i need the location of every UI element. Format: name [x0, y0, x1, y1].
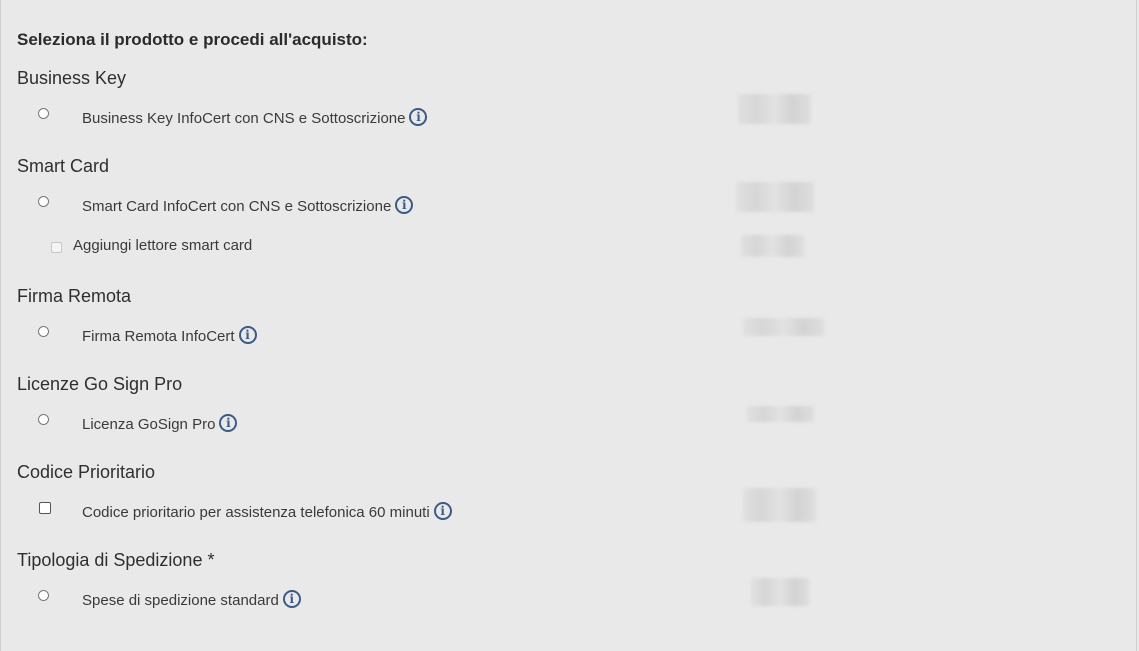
price-placeholder [751, 578, 809, 606]
option-firma-remota[interactable]: Firma Remota InfoCert i [1, 318, 1139, 346]
licenza-gosign-radio[interactable] [38, 414, 49, 425]
info-icon[interactable]: i [433, 502, 452, 520]
business-key-label: Business Key InfoCert con CNS e Sottoscr… [82, 110, 406, 127]
option-smart-card-reader: Aggiungi lettore smart card [1, 235, 1139, 260]
option-smart-card[interactable]: Smart Card InfoCert con CNS e Sottoscriz… [1, 182, 1139, 216]
price-placeholder [736, 182, 814, 212]
section-title-codice-prioritario: Codice Prioritario [17, 462, 156, 482]
section-title-firma-remota: Firma Remota [17, 286, 132, 306]
spedizione-standard-label: Spese di spedizione standard [82, 592, 279, 609]
section-title-smart-card: Smart Card [17, 156, 110, 176]
product-selection-panel: Seleziona il prodotto e procedi all'acqu… [0, 0, 1137, 651]
option-codice-prioritario[interactable]: Codice prioritario per assistenza telefo… [1, 488, 1139, 522]
price-placeholder [747, 406, 814, 422]
smart-card-reader-label: Aggiungi lettore smart card [73, 237, 253, 254]
info-icon[interactable]: i [395, 196, 414, 214]
price-placeholder [741, 235, 804, 257]
firma-remota-radio[interactable] [38, 326, 49, 337]
option-licenza-gosign[interactable]: Licenza GoSign Pro i [1, 406, 1139, 434]
smart-card-radio[interactable] [38, 196, 49, 207]
codice-prioritario-label: Codice prioritario per assistenza telefo… [82, 504, 430, 521]
option-spedizione-standard[interactable]: Spese di spedizione standard i [1, 578, 1139, 610]
codice-prioritario-checkbox[interactable] [39, 502, 51, 514]
licenza-gosign-label: Licenza GoSign Pro [82, 416, 216, 433]
page-heading: Seleziona il prodotto e procedi all'acqu… [17, 30, 368, 49]
price-placeholder [738, 94, 811, 124]
spedizione-standard-radio[interactable] [38, 590, 49, 601]
business-key-radio[interactable] [38, 108, 49, 119]
info-icon[interactable]: i [238, 326, 257, 344]
section-title-business-key: Business Key [17, 68, 127, 88]
price-placeholder [743, 488, 816, 522]
smart-card-reader-checkbox [51, 242, 62, 253]
info-icon[interactable]: i [409, 108, 428, 126]
section-title-spedizione: Tipologia di Spedizione * [17, 550, 215, 570]
section-title-licenze-gosign: Licenze Go Sign Pro [17, 374, 183, 394]
info-icon[interactable]: i [219, 414, 238, 432]
firma-remota-label: Firma Remota InfoCert [82, 328, 235, 345]
option-business-key[interactable]: Business Key InfoCert con CNS e Sottoscr… [1, 94, 1139, 128]
price-placeholder [743, 318, 824, 336]
info-icon[interactable]: i [282, 590, 301, 608]
smart-card-label: Smart Card InfoCert con CNS e Sottoscriz… [82, 198, 392, 215]
